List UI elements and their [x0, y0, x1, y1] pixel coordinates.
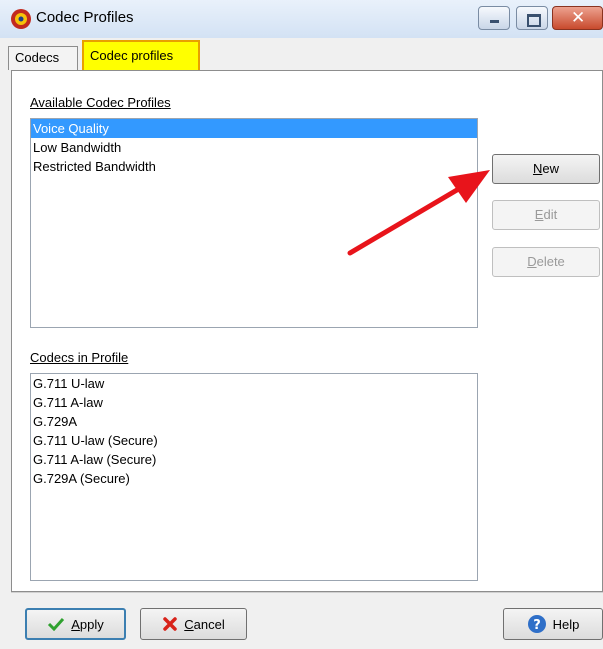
red-x-icon — [163, 617, 178, 631]
codec-profiles-window: Codec Profiles ✕ Codecs Codec profiles A… — [0, 0, 603, 649]
help-button[interactable]: ? Help — [503, 608, 603, 640]
apply-button[interactable]: Apply — [25, 608, 126, 640]
available-profiles-label: Available Codec Profiles — [30, 95, 171, 110]
delete-mnemonic: D — [527, 254, 537, 269]
new-mnemonic: N — [532, 161, 543, 176]
app-icon — [11, 9, 31, 29]
help-label: Help — [552, 616, 580, 632]
codecs-in-profile-list[interactable]: G.711 U-law G.711 A-law G.729A G.711 U-l… — [30, 373, 478, 581]
list-item[interactable]: G.711 U-law — [31, 374, 477, 393]
cancel-label: ancel — [193, 616, 225, 632]
list-item[interactable]: Voice Quality — [31, 119, 477, 138]
list-item[interactable]: G.711 A-law (Secure) — [31, 450, 477, 469]
edit-button[interactable]: Edit — [492, 200, 600, 230]
cancel-mnemonic: C — [184, 616, 194, 632]
list-item[interactable]: G.711 A-law — [31, 393, 477, 412]
help-icon: ? — [527, 615, 546, 633]
cancel-button[interactable]: Cancel — [140, 608, 247, 640]
tab-codecs[interactable]: Codecs — [8, 46, 78, 70]
list-item[interactable]: G.729A — [31, 412, 477, 431]
list-item[interactable]: G.729A (Secure) — [31, 469, 477, 488]
apply-mnemonic: A — [71, 616, 80, 632]
list-item[interactable]: G.711 U-law (Secure) — [31, 431, 477, 450]
title-bar: Codec Profiles ✕ — [0, 0, 603, 38]
delete-button[interactable]: Delete — [492, 247, 600, 277]
footer-separator — [11, 592, 603, 593]
tab-codec-profiles[interactable]: Codec profiles — [82, 40, 200, 72]
minimize-button[interactable] — [478, 6, 510, 30]
apply-label: pply — [79, 616, 104, 632]
close-icon: ✕ — [571, 8, 586, 27]
codecs-in-profile-label: Codecs in Profile — [30, 350, 129, 365]
checkmark-icon — [48, 617, 65, 631]
svg-text:?: ? — [533, 618, 541, 633]
maximize-button[interactable] — [516, 6, 548, 30]
edit-label: dit — [543, 207, 558, 222]
delete-label: elete — [536, 254, 565, 269]
new-label: ew — [542, 161, 559, 176]
close-button[interactable]: ✕ — [552, 6, 603, 30]
red-arrow-annotation — [347, 170, 490, 256]
new-button[interactable]: New — [492, 154, 600, 184]
window-title: Codec Profiles — [36, 9, 134, 26]
